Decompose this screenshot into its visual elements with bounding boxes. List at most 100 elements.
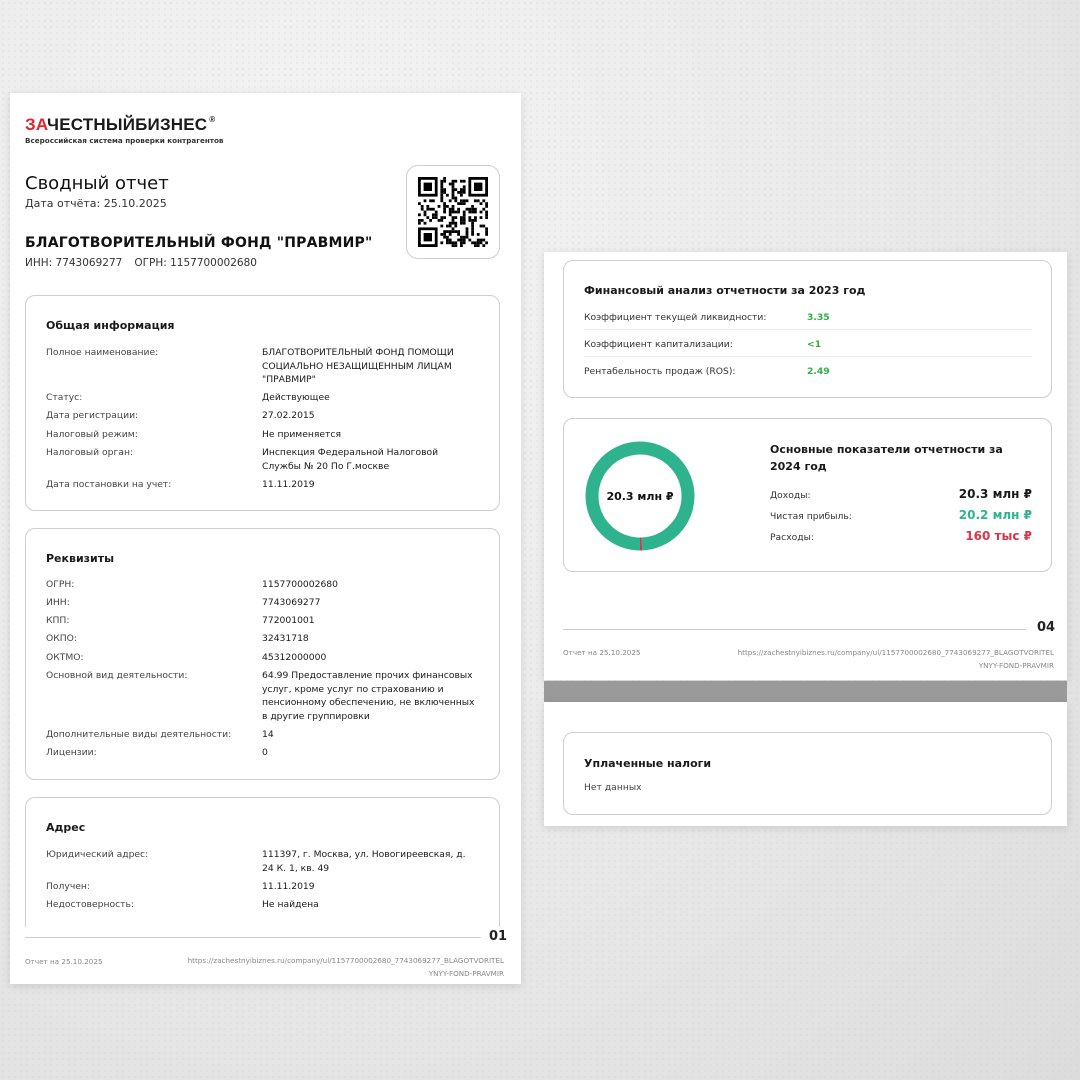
row-label: Недостоверность: xyxy=(46,899,134,910)
page-separator xyxy=(544,681,1067,702)
qr-code-icon xyxy=(418,177,488,247)
row-value: 7743069277 xyxy=(262,597,321,608)
card-title: Основные показатели отчетности за 2024 г… xyxy=(770,443,1003,473)
row-value: БЛАГОТВОРИТЕЛЬНЫЙ ФОНД ПОМОЩИ СОЦИАЛЬНО … xyxy=(262,347,454,385)
row-label: Дата постановки на учет: xyxy=(46,479,172,490)
row-value: Не применяется xyxy=(262,429,341,440)
row-label: Налоговый орган: xyxy=(46,447,134,458)
kpi-label: Расходы: xyxy=(770,532,814,543)
info-row: КПП: 772001001 xyxy=(46,614,479,628)
kpi-value: 160 тыс ₽ xyxy=(965,529,1032,543)
page-number: 04 xyxy=(1037,620,1056,635)
report-title: Сводный отчет xyxy=(25,173,169,194)
kpi-value: 20.2 млн ₽ xyxy=(958,508,1032,522)
row-label: КПП: xyxy=(46,615,70,626)
fin-row: Коэффициент текущей ликвидности: 3.35 xyxy=(584,312,1032,330)
row-value: Инспекция Федеральной Налоговой Службы №… xyxy=(262,447,439,472)
row-value: 3.35 xyxy=(807,312,830,323)
info-row: Юридический адрес: 111397, г. Москва, ул.… xyxy=(46,848,479,875)
info-row: Налоговый режим: Не применяется xyxy=(46,428,479,442)
company-ids: ИНН: 7743069277 ОГРН: 1157700002680 xyxy=(25,257,257,269)
row-value: 1157700002680 xyxy=(262,579,338,590)
info-row: Дополнительные виды деятельности: 14 xyxy=(46,728,479,742)
logo-subtitle: Всероссийская система проверки контраген… xyxy=(25,136,224,145)
logo: ЗАЧЕСТНЫЙБИЗНЕС ® Всероссийская система п… xyxy=(25,115,223,145)
row-label: Дата регистрации: xyxy=(46,410,139,421)
registered-mark: ® xyxy=(209,115,216,124)
kpi-value: 20.3 млн ₽ xyxy=(958,487,1032,501)
row-value: 111397, г. Москва, ул. Новогиреевская, д… xyxy=(262,849,466,874)
row-value: 32431718 xyxy=(262,633,309,644)
company-name: БЛАГОТВОРИТЕЛЬНЫЙ ФОНД "ПРАВМИР" xyxy=(25,235,373,251)
row-label: ОГРН: xyxy=(46,579,75,590)
footer-url-line: YNYY-FOND-PRAVMIR xyxy=(978,661,1054,670)
card-title: Адрес xyxy=(46,821,86,834)
kpi-expense: Расходы: 160 тыс ₽ xyxy=(770,529,1032,543)
kpi-label: Доходы: xyxy=(770,490,811,501)
row-label: ОКТМО: xyxy=(46,652,84,663)
row-label: Коэффициент текущей ликвидности: xyxy=(584,312,767,323)
info-row: Налоговый орган: Инспекция Федеральной На… xyxy=(46,446,479,473)
row-value: 14 xyxy=(262,729,274,740)
kpi-income: Доходы: 20.3 млн ₽ xyxy=(770,487,1032,501)
row-label: Получен: xyxy=(46,881,91,892)
financial-analysis-card: Финансовый анализ отчетности за 2023 год… xyxy=(563,260,1052,398)
row-label: Основной вид деятельности: xyxy=(46,670,188,681)
row-value: 27.02.2015 xyxy=(262,410,315,421)
qr-code[interactable] xyxy=(406,165,500,259)
row-value: 772001001 xyxy=(262,615,315,626)
info-row: ОКПО: 32431718 xyxy=(46,632,479,646)
row-label: Дополнительные виды деятельности: xyxy=(46,729,232,740)
footer-url-line: YNYY-FOND-PRAVMIR xyxy=(428,969,504,978)
ogrn-text: ОГРН: 1157700002680 xyxy=(134,257,257,269)
report-date: Дата отчёта: 25.10.2025 xyxy=(25,197,167,210)
taxes-card: Уплаченные налоги Нет данных xyxy=(563,732,1052,815)
info-row: Дата постановки на учет: 11.11.2019 xyxy=(46,478,479,492)
footer-divider xyxy=(25,937,481,938)
donut-center-label: 20.3 млн ₽ xyxy=(606,489,674,503)
inn-text: ИНН: 7743069277 xyxy=(25,257,123,269)
footer-date: Отчет на 25.10.2025 xyxy=(563,648,641,657)
footer-url[interactable]: https://zachestnyibiznes.ru/company/ul/1… xyxy=(188,954,504,980)
footer-url-line: https://zachestnyibiznes.ru/company/ul/1… xyxy=(737,648,1054,657)
row-label: Рентабельность продаж (ROS): xyxy=(584,366,736,377)
address-card: Адрес Юридический адрес: 111397, г. Москв… xyxy=(25,797,500,927)
row-label: Статус: xyxy=(46,392,83,403)
row-value: 11.11.2019 xyxy=(262,479,315,490)
row-label: Юридический адрес: xyxy=(46,849,149,860)
kpi-label: Чистая прибыль: xyxy=(770,511,852,522)
info-row: ОКТМО: 45312000000 xyxy=(46,651,479,665)
row-label: Полное наименование: xyxy=(46,347,159,358)
report-page-4: Финансовый анализ отчетности за 2023 год… xyxy=(544,252,1067,680)
row-value: 64.99 Предоставление прочих финансовых у… xyxy=(262,670,475,722)
card-title: Финансовый анализ отчетности за 2023 год xyxy=(584,284,866,297)
footer-url[interactable]: https://zachestnyibiznes.ru/company/ul/1… xyxy=(738,646,1054,672)
row-label: Лицензии: xyxy=(46,747,97,758)
key-indicators-card: 20.3 млн ₽ Основные показатели отчетност… xyxy=(563,418,1052,572)
requisites-card: Реквизиты ОГРН: 1157700002680 ИНН: 7743069… xyxy=(25,528,500,780)
info-row: Лицензии: 0 xyxy=(46,746,479,760)
row-value: Не найдена xyxy=(262,899,319,910)
footer-divider xyxy=(563,629,1026,630)
row-label: ОКПО: xyxy=(46,633,77,644)
row-label: ИНН: xyxy=(46,597,70,608)
footer-url-line: https://zachestnyibiznes.ru/company/ul/1… xyxy=(187,956,504,965)
info-row: Статус: Действующее xyxy=(46,391,479,405)
general-info-card: Общая информация Полное наименование: БЛА… xyxy=(25,295,500,511)
info-row: Основной вид деятельности: 64.99 Предоста… xyxy=(46,669,479,723)
taxes-value: Нет данных xyxy=(584,782,642,793)
page-number: 01 xyxy=(489,929,508,944)
fin-row: Коэффициент капитализации: <1 xyxy=(584,339,1032,357)
info-row: ОГРН: 1157700002680 xyxy=(46,578,479,592)
card-title: Общая информация xyxy=(46,319,175,332)
info-row: ИНН: 7743069277 xyxy=(46,596,479,610)
card-title: Реквизиты xyxy=(46,552,115,565)
row-value: Действующее xyxy=(262,392,330,403)
info-row: Дата регистрации: 27.02.2015 xyxy=(46,409,479,423)
info-row: Получен: 11.11.2019 xyxy=(46,880,479,894)
info-row: Недостоверность: Не найдена xyxy=(46,898,479,912)
row-value: <1 xyxy=(807,339,822,350)
row-value: 11.11.2019 xyxy=(262,881,315,892)
row-value: 2.49 xyxy=(807,366,830,377)
info-row: Полное наименование: БЛАГОТВОРИТЕЛЬНЫЙ ФО… xyxy=(46,346,479,387)
